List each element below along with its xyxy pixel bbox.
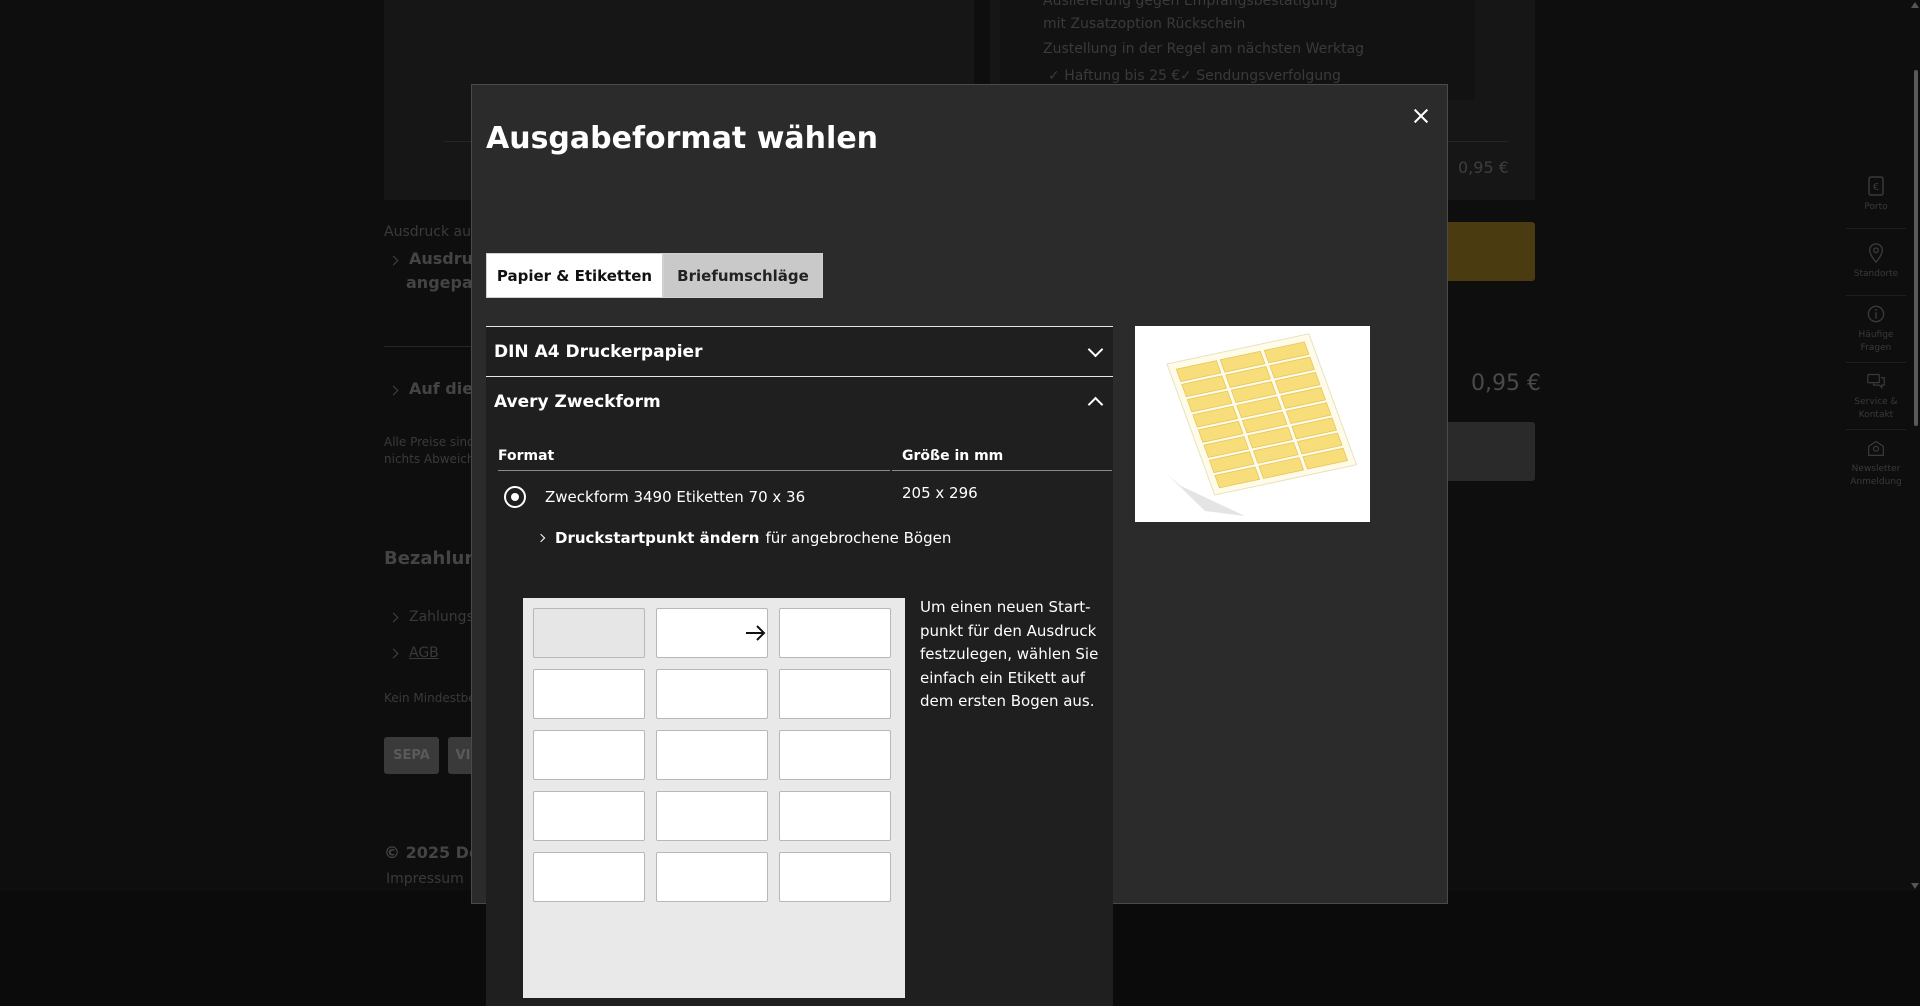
bg-feature: ✓ Haftung bis 25 €: [1048, 68, 1181, 84]
sidebar-item-label: Newsletter Anmeldung: [1850, 463, 1902, 487]
bg-divider: [384, 346, 474, 347]
bg-feature-label: Sendungsverfolgung: [1196, 68, 1341, 84]
bg-agb-link[interactable]: AGB: [388, 645, 439, 661]
label-cell[interactable]: [533, 730, 645, 780]
output-format-modal: Ausgabeformat wählen Papier & Etiketten …: [471, 84, 1448, 1006]
sidebar-item-label: Standorte: [1853, 269, 1899, 279]
sidebar-item-label: Porto: [1864, 202, 1888, 212]
accordion-avery-body: Format Größe in mm Zweckform 3490 Etiket…: [486, 426, 1113, 1006]
label-sheet-illustration: [1166, 333, 1358, 516]
chat-icon: [1867, 373, 1885, 389]
label-cell[interactable]: [533, 791, 645, 841]
bg-print-label: Ausdruck au: [384, 224, 471, 240]
bg-delivery-line: mit Zusatzoption Rückschein: [1043, 16, 1246, 32]
bg-gray-button[interactable]: [1440, 422, 1535, 481]
accordion-din-a4[interactable]: DIN A4 Druckerpapier: [486, 326, 1113, 376]
label-cell[interactable]: [779, 852, 891, 902]
sidebar-item-label: Häufige Fragen: [1858, 329, 1894, 353]
bg-agb-link-label: AGB: [409, 645, 439, 661]
arrow-right-icon: [746, 625, 766, 641]
sidebar-item-service[interactable]: Service & Kontakt: [1846, 363, 1906, 430]
label-sheet: [523, 598, 905, 998]
bg-note: Alle Preise sind: [384, 435, 475, 449]
label-cell[interactable]: [779, 730, 891, 780]
bg-total-price: 0,95 €: [1471, 371, 1541, 396]
label-cell[interactable]: [779, 791, 891, 841]
sepa-badge: SEPA: [384, 737, 439, 774]
accordion-avery-zweckform[interactable]: Avery Zweckform: [486, 376, 1113, 426]
close-button[interactable]: [1409, 104, 1433, 128]
bg-price: 0,95 €: [1458, 158, 1509, 177]
label-sheet-preview-image: [1135, 326, 1370, 522]
scroll-up-arrow[interactable]: [1911, 2, 1919, 8]
bg-note: nichts Abweiche: [384, 452, 482, 466]
modal-title: Ausgabeformat wählen: [486, 121, 879, 156]
bg-payment-link-label: Zahlungs: [409, 609, 474, 625]
change-start-point-label: Druckstartpunkt ändern: [555, 529, 760, 547]
accordion-title: Avery Zweckform: [494, 391, 661, 412]
label-cell[interactable]: [656, 791, 768, 841]
scroll-down-arrow[interactable]: [1911, 883, 1919, 889]
format-accordion: DIN A4 Druckerpapier Avery Zweckform For…: [486, 326, 1113, 1006]
tab-envelopes[interactable]: Briefumschläge: [663, 253, 823, 298]
format-option-size: 205 x 296: [902, 484, 978, 502]
label-cell-start[interactable]: [656, 608, 768, 658]
start-point-hint: Um einen neuen Start­punkt für den Ausdr…: [920, 598, 1099, 710]
label-cell[interactable]: [779, 608, 891, 658]
label-cell[interactable]: [533, 669, 645, 719]
bg-delivery-line: Zustellung in der Regel am nächsten Werk…: [1043, 41, 1365, 57]
bg-impressum-link[interactable]: Impressum: [386, 871, 464, 887]
tab-paper-labels[interactable]: Papier & Etiketten: [486, 253, 663, 298]
euro-icon: €: [1868, 176, 1884, 196]
chevron-down-icon: [1087, 341, 1104, 357]
sidebar-item-standorte[interactable]: Standorte: [1846, 229, 1906, 296]
label-cell[interactable]: [656, 852, 768, 902]
format-tabs: Papier & Etiketten Briefumschläge: [486, 253, 823, 298]
bg-feature: ✓ Sendungsverfolgung: [1180, 68, 1341, 84]
sidebar-item-porto[interactable]: € Porto: [1846, 162, 1906, 229]
column-header-format: Format: [498, 448, 890, 471]
label-cell[interactable]: [656, 730, 768, 780]
bg-divider: [1448, 141, 1508, 142]
svg-text:€: €: [1873, 182, 1879, 193]
sidebar-item-newsletter[interactable]: Newsletter Anmeldung: [1846, 430, 1906, 496]
quick-nav-sidebar: € Porto Standorte Häufige Fragen Service…: [1846, 162, 1906, 496]
label-cell[interactable]: [533, 852, 645, 902]
chevron-up-icon: [1087, 396, 1104, 412]
format-option-label[interactable]: Zweckform 3490 Etiketten 70 x 36: [545, 488, 805, 506]
location-pin-icon: [1868, 243, 1884, 263]
bg-min-note: Kein Mindestbe: [384, 691, 476, 705]
change-start-point-suffix: für angebrochene Bögen: [765, 529, 952, 547]
bg-feature-label: Haftung bis 25 €: [1064, 68, 1181, 84]
format-radio-3490[interactable]: [504, 486, 526, 508]
accordion-title: DIN A4 Druckerpapier: [494, 341, 703, 362]
page-scrollbar[interactable]: [1914, 70, 1918, 426]
label-cell[interactable]: [656, 669, 768, 719]
sidebar-item-faq[interactable]: Häufige Fragen: [1846, 296, 1906, 363]
chevron-right-icon: [536, 533, 546, 543]
change-start-point-link[interactable]: Druckstartpunkt ändern für angebrochene …: [536, 529, 952, 547]
label-cell[interactable]: [779, 669, 891, 719]
newsletter-icon: [1868, 440, 1884, 456]
label-cell[interactable]: [533, 608, 645, 658]
column-header-size: Größe in mm: [892, 448, 1112, 471]
sidebar-item-label: Service & Kontakt: [1854, 396, 1898, 420]
bg-payment-link[interactable]: Zahlungs: [388, 609, 474, 625]
bg-yellow-button[interactable]: [1440, 222, 1535, 281]
bg-delivery-line: Auslieferung gegen Empfangsbestätigung: [1043, 0, 1338, 9]
info-icon: [1867, 305, 1885, 322]
